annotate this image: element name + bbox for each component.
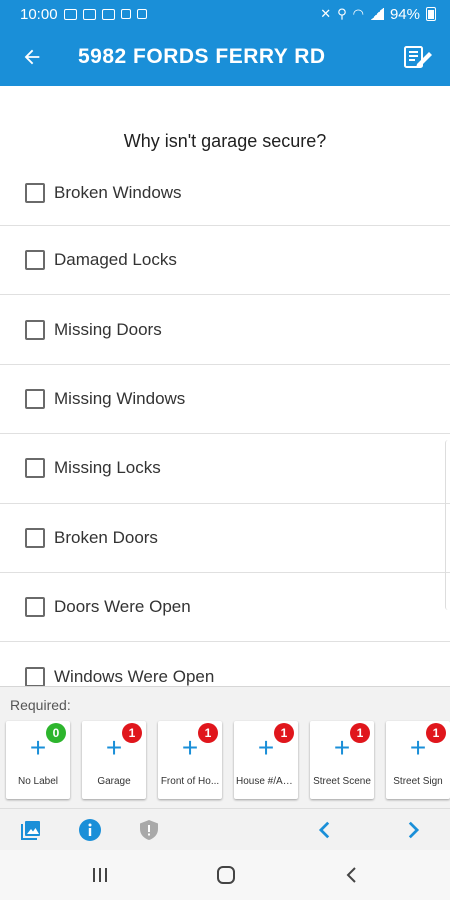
- notification-icon: [101, 8, 115, 20]
- tile-label: Street Sign: [393, 776, 443, 787]
- page-title: 5982 FORDS FERRY RD: [78, 45, 326, 68]
- tile-label: No Label: [17, 776, 59, 787]
- option-missing-windows[interactable]: Missing Windows: [0, 365, 450, 435]
- checkbox[interactable]: [25, 666, 45, 686]
- info-button[interactable]: [77, 817, 103, 843]
- count-badge: 1: [198, 723, 218, 743]
- required-label: Required:: [10, 697, 71, 713]
- scrollbar[interactable]: [445, 440, 450, 610]
- location-icon: ⚲: [337, 6, 347, 21]
- next-button[interactable]: [400, 817, 426, 843]
- battery-icon: [426, 7, 436, 21]
- back-button[interactable]: [0, 28, 64, 86]
- status-time: 10:00: [20, 5, 58, 23]
- photo-tile-front-of-house[interactable]: + 1 Front of Ho...: [158, 721, 222, 799]
- checkbox[interactable]: [25, 597, 45, 618]
- status-right: ✕ ⚲ ◠ 94%: [320, 6, 436, 23]
- option-missing-doors[interactable]: Missing Doors: [0, 295, 450, 365]
- mute-icon: ✕: [320, 6, 332, 21]
- checkbox[interactable]: [25, 527, 45, 548]
- wifi-icon: ◠: [352, 6, 364, 21]
- required-section: Required: + 0 No Label + 1 Garage + 1 Fr…: [0, 686, 450, 808]
- form-content[interactable]: Why isn't garage secure? Broken Windows …: [0, 86, 450, 686]
- option-windows-were-open[interactable]: Windows Were Open: [0, 642, 450, 686]
- plus-icon: +: [105, 732, 123, 763]
- app-bar: 5982 FORDS FERRY RD: [0, 28, 450, 86]
- option-broken-windows[interactable]: Broken Windows: [0, 175, 450, 226]
- arrow-left-icon: [24, 49, 40, 65]
- option-label: Missing Locks: [54, 458, 161, 478]
- edit-note-icon: [404, 46, 432, 68]
- gallery-button[interactable]: [18, 817, 44, 843]
- tile-label: House #/Ad...: [236, 776, 296, 787]
- count-badge: 1: [274, 723, 294, 743]
- photo-tile-no-label[interactable]: + 0 No Label: [6, 721, 70, 799]
- checkbox[interactable]: [25, 183, 45, 203]
- option-label: Missing Windows: [54, 388, 186, 408]
- option-doors-were-open[interactable]: Doors Were Open: [0, 573, 450, 643]
- image-notification-icon: [120, 9, 131, 19]
- download-notification-icon: [136, 9, 147, 19]
- tile-label: Front of Ho...: [160, 776, 220, 787]
- option-label: Broken Windows: [54, 183, 182, 202]
- count-badge: 1: [350, 723, 370, 743]
- tile-label: Street Scene: [313, 776, 371, 787]
- notification-icon: [82, 8, 96, 20]
- option-label: Doors Were Open: [54, 597, 191, 617]
- photo-tile-street-sign[interactable]: + 1 Street Sign: [386, 721, 450, 799]
- photo-tile-garage[interactable]: + 1 Garage: [82, 721, 146, 799]
- checkbox[interactable]: [25, 319, 45, 340]
- recents-button[interactable]: [85, 862, 115, 888]
- plus-icon: +: [181, 732, 199, 763]
- tile-label: Garage: [97, 776, 131, 787]
- option-missing-locks[interactable]: Missing Locks: [0, 434, 450, 504]
- recents-icon: [93, 868, 107, 882]
- home-icon: [217, 866, 235, 884]
- plus-icon: +: [29, 732, 47, 763]
- bottom-toolbar: [0, 808, 450, 850]
- count-badge: 1: [426, 723, 446, 743]
- option-label: Damaged Locks: [54, 250, 177, 270]
- system-nav-bar: [0, 850, 450, 900]
- checkbox[interactable]: [25, 250, 45, 271]
- back-icon: [346, 867, 356, 883]
- chevron-left-icon: [318, 821, 330, 839]
- plus-icon: +: [257, 732, 275, 763]
- shield-button[interactable]: [136, 817, 162, 843]
- system-back-button[interactable]: [337, 862, 367, 888]
- info-icon: [79, 819, 101, 841]
- options-list: Broken Windows Damaged Locks Missing Doo…: [0, 175, 450, 686]
- plus-icon: +: [409, 732, 427, 763]
- edit-button[interactable]: [386, 28, 450, 86]
- option-broken-doors[interactable]: Broken Doors: [0, 504, 450, 573]
- photo-tile-house-number[interactable]: + 1 House #/Ad...: [234, 721, 298, 799]
- checkbox[interactable]: [25, 458, 45, 479]
- status-left: 10:00: [20, 6, 147, 23]
- gallery-icon: [21, 821, 40, 840]
- option-label: Windows Were Open: [54, 666, 215, 686]
- option-damaged-locks[interactable]: Damaged Locks: [0, 226, 450, 296]
- chevron-right-icon: [408, 821, 420, 839]
- shield-icon: [140, 820, 158, 840]
- notification-icon: [63, 8, 77, 20]
- required-tiles[interactable]: + 0 No Label + 1 Garage + 1 Front of Ho.…: [0, 721, 450, 799]
- count-badge: 1: [122, 723, 142, 743]
- photo-tile-street-scene[interactable]: + 1 Street Scene: [310, 721, 374, 799]
- signal-icon: [369, 8, 384, 20]
- home-button[interactable]: [211, 862, 241, 888]
- previous-button[interactable]: [312, 817, 338, 843]
- count-badge: 0: [46, 723, 66, 743]
- plus-icon: +: [333, 732, 351, 763]
- status-bar: 10:00 ✕ ⚲ ◠ 94%: [0, 0, 450, 28]
- battery-percent: 94%: [389, 5, 420, 23]
- question-text: Why isn't garage secure?: [123, 131, 327, 151]
- checkbox[interactable]: [25, 388, 45, 409]
- option-label: Broken Doors: [54, 527, 158, 547]
- option-label: Missing Doors: [54, 319, 162, 339]
